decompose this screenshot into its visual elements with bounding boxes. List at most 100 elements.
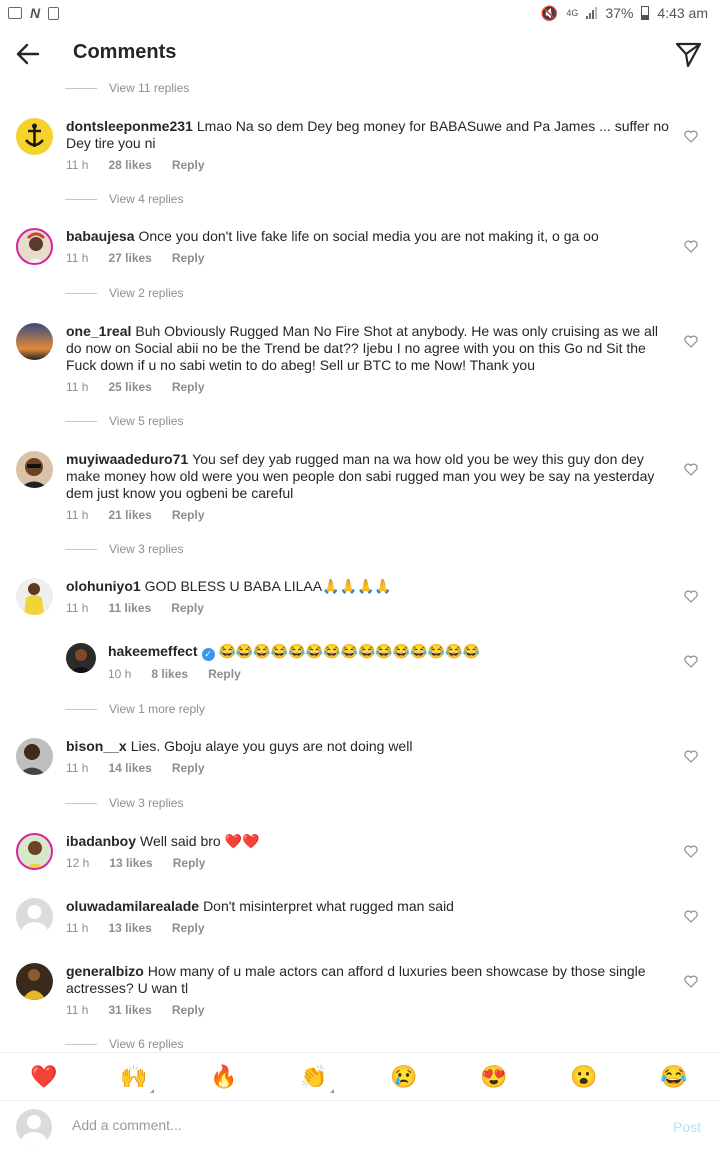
back-arrow-icon[interactable] [12,38,44,70]
tears-of-joy-emoji-icon[interactable]: 😂 [660,1063,688,1091]
avatar[interactable] [16,963,53,1000]
status-bar: N 🔇 4G 37% 4:43 am [0,0,720,26]
reply-button[interactable]: Reply [172,1003,205,1017]
comment-username[interactable]: generalbizo [66,963,144,979]
reply-button[interactable]: Reply [172,251,205,265]
likes-count[interactable]: 11 likes [108,601,151,615]
reply-button[interactable]: Reply [208,667,241,681]
like-heart-icon[interactable] [684,910,698,923]
avatar[interactable] [16,738,53,775]
user-avatar [16,1109,52,1145]
likes-count[interactable]: 14 likes [108,761,151,775]
comment-time: 11 h [66,508,89,522]
quick-emoji-bar: ❤️ 🙌 🔥 👏 😢 😍 😮 😂 [0,1052,720,1100]
comment-username[interactable]: ibadanboy [66,833,136,849]
gallery-notification-icon [8,7,22,19]
like-heart-icon[interactable] [684,463,698,476]
view-replies-link[interactable]: View 3 replies [65,796,183,810]
comment-text: Don't misinterpret what rugged man said [203,898,454,914]
reply-button[interactable]: Reply [172,921,205,935]
view-replies-link[interactable]: View 6 replies [65,1037,183,1051]
avatar[interactable] [16,228,53,265]
crying-face-emoji-icon[interactable]: 😢 [390,1063,418,1091]
reply-button[interactable]: Reply [172,380,205,394]
reply-time: 10 h [108,667,132,681]
direct-message-icon[interactable] [672,38,704,70]
comment-username[interactable]: oluwadamilarealade [66,898,199,914]
surprised-face-emoji-icon[interactable]: 😮 [570,1063,598,1091]
comment-time: 11 h [66,158,89,172]
reply-button[interactable]: Reply [172,508,205,522]
red-heart-emoji-icon[interactable]: ❤️ [30,1063,58,1091]
comment-text: Once you don't live fake life on social … [138,228,599,244]
avatar[interactable] [16,118,53,155]
battery-icon [641,6,650,20]
avatar[interactable] [66,643,96,673]
likes-count[interactable]: 27 likes [108,251,151,265]
comment-composer: Post [0,1100,720,1152]
comment-time: 11 h [66,921,89,935]
view-replies-link[interactable]: View 3 replies [65,542,183,556]
likes-count[interactable]: 25 likes [108,380,151,394]
view-replies-link[interactable]: View 5 replies [65,414,183,428]
heart-eyes-emoji-icon[interactable]: 😍 [480,1063,508,1091]
avatar-placeholder[interactable] [16,898,53,935]
comment-time: 11 h [66,601,89,615]
battery-percent: 37% [605,5,634,21]
comment-time: 12 h [66,856,90,870]
header: Comments [0,26,720,82]
like-heart-icon[interactable] [684,240,698,253]
like-heart-icon[interactable] [684,655,698,668]
like-heart-icon[interactable] [684,130,698,143]
likes-count[interactable]: 13 likes [109,856,152,870]
likes-count[interactable]: 31 likes [108,1003,151,1017]
sd-card-icon [48,6,60,20]
like-heart-icon[interactable] [684,590,698,603]
likes-count[interactable]: 21 likes [108,508,151,522]
comment-time: 11 h [66,1003,89,1017]
reply-button[interactable]: Reply [172,158,205,172]
reply-button[interactable]: Reply [172,761,205,775]
clapping-hands-emoji-icon[interactable]: 👏 [300,1063,334,1093]
avatar[interactable] [16,578,53,615]
comment-text: Well said bro ❤️❤️ [140,833,260,849]
comment-username[interactable]: bison__x [66,738,127,754]
avatar[interactable] [16,451,53,488]
like-heart-icon[interactable] [684,845,698,858]
comment-text: How many of u male actors can afford d l… [66,963,646,996]
comment-time: 11 h [66,251,89,265]
likes-count[interactable]: 13 likes [108,921,151,935]
reply-button[interactable]: Reply [173,856,206,870]
view-more-replies-link[interactable]: View 1 more reply [65,702,205,716]
network-label: 4G [566,8,579,18]
comment-text: Lies. Gboju alaye you guys are not doing… [130,738,413,754]
verified-badge-icon: ✓ [201,648,215,661]
raising-hands-emoji-icon[interactable]: 🙌 [120,1063,154,1093]
comment-username[interactable]: dontsleeponme231 [66,118,193,134]
page-title: Comments [73,41,177,63]
like-heart-icon[interactable] [684,975,698,988]
post-button[interactable]: Post [673,1119,701,1135]
n-notification-icon: N [30,5,41,21]
likes-count[interactable]: 28 likes [108,158,151,172]
fire-emoji-icon[interactable]: 🔥 [210,1063,238,1091]
avatar[interactable] [16,833,53,870]
comment-input[interactable] [72,1117,632,1133]
comment-username[interactable]: olohuniyo1 [66,578,141,594]
view-replies-link[interactable]: View 2 replies [65,286,183,300]
comment-username[interactable]: one_1real [66,323,131,339]
likes-count[interactable]: 8 likes [151,667,188,681]
mute-icon: 🔇 [540,4,559,21]
comment-time: 11 h [66,380,89,394]
view-replies-link[interactable]: View 4 replies [65,192,183,206]
reply-text: 😂😂😂😂😂😂😂😂😂😂😂😂😂😂😂 [218,643,480,659]
signal-icon [586,7,598,19]
comment-username[interactable]: muyiwaadeduro71 [66,451,188,467]
like-heart-icon[interactable] [684,335,698,348]
reply-button[interactable]: Reply [171,601,204,615]
avatar[interactable] [16,323,53,360]
comment-username[interactable]: babaujesa [66,228,134,244]
view-replies-link[interactable]: View 11 replies [65,81,189,95]
like-heart-icon[interactable] [684,750,698,763]
reply-username[interactable]: hakeemeffect [108,643,198,659]
